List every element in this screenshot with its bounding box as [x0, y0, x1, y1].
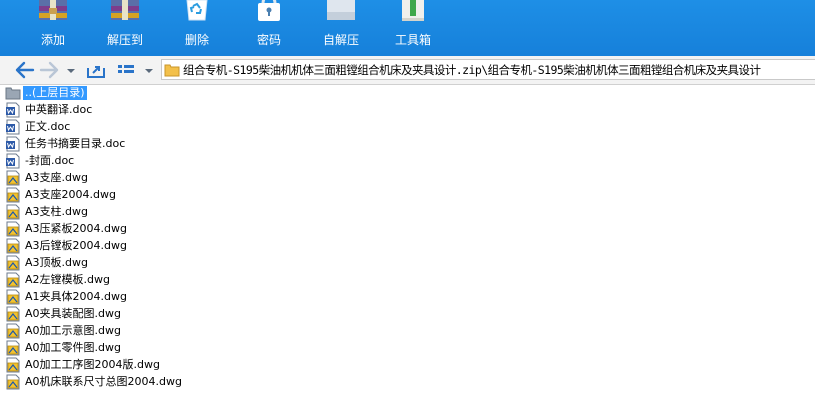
- extract-to-button[interactable]: 解压到: [89, 0, 161, 56]
- dwg-file-icon: [6, 272, 20, 288]
- lock-icon: [258, 0, 280, 21]
- word-document-icon: [6, 119, 20, 135]
- dwg-file-icon: [6, 306, 20, 322]
- folder-icon: [164, 64, 180, 77]
- history-dropdown-icon[interactable]: [64, 60, 78, 80]
- toolbox-icon: [402, 0, 424, 21]
- password-button[interactable]: 密码: [233, 0, 305, 56]
- word-document-icon: [6, 102, 20, 118]
- self-extract-button[interactable]: 自解压: [305, 0, 377, 56]
- dwg-file-icon: [6, 238, 20, 254]
- file-name: ..(上层目录): [23, 86, 87, 100]
- view-mode-icon[interactable]: [115, 60, 137, 80]
- dwg-file-icon: [6, 289, 20, 305]
- path-text: 组合专机-S195柴油机机体三面粗镗组合机床及夹具设计.zip\组合专机-S19…: [183, 63, 761, 77]
- add-label: 添加: [40, 33, 65, 47]
- file-name: A0加工工序图2004版.dwg: [25, 358, 160, 371]
- dwg-file-icon: [6, 374, 20, 390]
- extract-to-icon: [111, 0, 139, 20]
- file-name: A0加工零件图.dwg: [25, 341, 121, 354]
- toolbox-label: 工具箱: [394, 33, 431, 47]
- dwg-file-icon: [6, 187, 20, 203]
- parent-folder-icon: [5, 87, 21, 100]
- file-name: A0夹具装配图.dwg: [25, 307, 121, 320]
- word-document-icon: [6, 153, 20, 169]
- up-folder-icon[interactable]: [85, 60, 107, 80]
- file-name: 中英翻译.doc: [25, 103, 93, 116]
- recycle-bin-icon: [186, 0, 208, 21]
- self-extract-label: 自解压: [322, 33, 359, 47]
- file-name: A3顶板.dwg: [25, 256, 88, 269]
- dwg-file-icon: [6, 170, 20, 186]
- add-archive-icon: [39, 0, 67, 20]
- file-name: 任务书摘要目录.doc: [25, 137, 126, 150]
- word-document-icon: [6, 136, 20, 152]
- dwg-file-icon: [6, 357, 20, 373]
- file-name: A0机床联系尺寸总图2004.dwg: [25, 375, 182, 388]
- main-toolbar: 添加 解压到 删除 密码 自解压 工具箱: [0, 0, 815, 56]
- file-name: A3后镗板2004.dwg: [25, 239, 127, 252]
- file-name: A0加工示意图.dwg: [25, 324, 121, 337]
- view-dropdown-icon[interactable]: [142, 60, 156, 80]
- password-label: 密码: [256, 33, 281, 47]
- delete-button[interactable]: 删除: [161, 0, 233, 56]
- dwg-file-icon: [6, 323, 20, 339]
- self-extract-icon: [327, 0, 355, 20]
- file-name: -封面.doc: [25, 154, 75, 167]
- file-name: A1夹具体2004.dwg: [25, 290, 127, 303]
- file-name: 正文.doc: [25, 120, 71, 133]
- file-name: A3支座2004.dwg: [25, 188, 116, 201]
- back-arrow-icon[interactable]: [14, 60, 36, 80]
- dwg-file-icon: [6, 221, 20, 237]
- file-name: A3压紧板2004.dwg: [25, 222, 127, 235]
- file-name: A3支座.dwg: [25, 171, 88, 184]
- file-name: A3支柱.dwg: [25, 205, 88, 218]
- toolbox-button[interactable]: 工具箱: [377, 0, 449, 56]
- delete-label: 删除: [184, 33, 209, 47]
- dwg-file-icon: [6, 340, 20, 356]
- forward-arrow-icon[interactable]: [38, 60, 60, 80]
- add-button[interactable]: 添加: [17, 0, 89, 56]
- dwg-file-icon: [6, 204, 20, 220]
- file-name: A2左镗模板.dwg: [25, 273, 110, 286]
- address-bar: 组合专机-S195柴油机机体三面粗镗组合机床及夹具设计.zip\组合专机-S19…: [0, 56, 815, 85]
- extract-to-label: 解压到: [106, 33, 143, 47]
- file-list: ..(上层目录) 中英翻译.doc 正文.doc 任务书摘要目录.doc -封面…: [0, 84, 815, 419]
- path-field[interactable]: 组合专机-S195柴油机机体三面粗镗组合机床及夹具设计.zip\组合专机-S19…: [161, 59, 815, 80]
- dwg-file-icon: [6, 255, 20, 271]
